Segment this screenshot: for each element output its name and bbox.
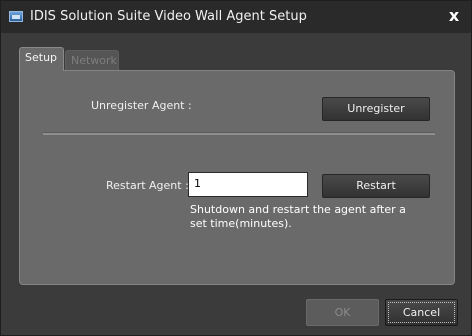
tab-network[interactable]: Network: [65, 50, 119, 71]
title-bar[interactable]: IDIS Solution Suite Video Wall Agent Set…: [1, 1, 471, 33]
cancel-button[interactable]: Cancel: [385, 299, 458, 326]
tab-setup[interactable]: Setup: [19, 47, 64, 71]
restart-button[interactable]: Restart: [322, 174, 430, 198]
window-title: IDIS Solution Suite Video Wall Agent Set…: [30, 9, 307, 24]
unregister-agent-label: Unregister Agent :: [91, 99, 192, 112]
setup-panel: Unregister Agent : Unregister Restart Ag…: [19, 70, 455, 285]
restart-agent-label: Restart Agent :: [106, 179, 189, 192]
restart-hint-text: Shutdown and restart the agent after a s…: [190, 203, 406, 230]
app-icon: [9, 11, 23, 22]
setup-dialog: IDIS Solution Suite Video Wall Agent Set…: [0, 0, 472, 336]
section-divider: [43, 132, 435, 135]
cancel-button-label: Cancel: [388, 302, 455, 323]
restart-minutes-input[interactable]: 1: [188, 172, 308, 197]
ok-button[interactable]: OK: [306, 299, 379, 326]
unregister-button[interactable]: Unregister: [322, 97, 430, 121]
close-icon[interactable]: x: [445, 7, 463, 25]
